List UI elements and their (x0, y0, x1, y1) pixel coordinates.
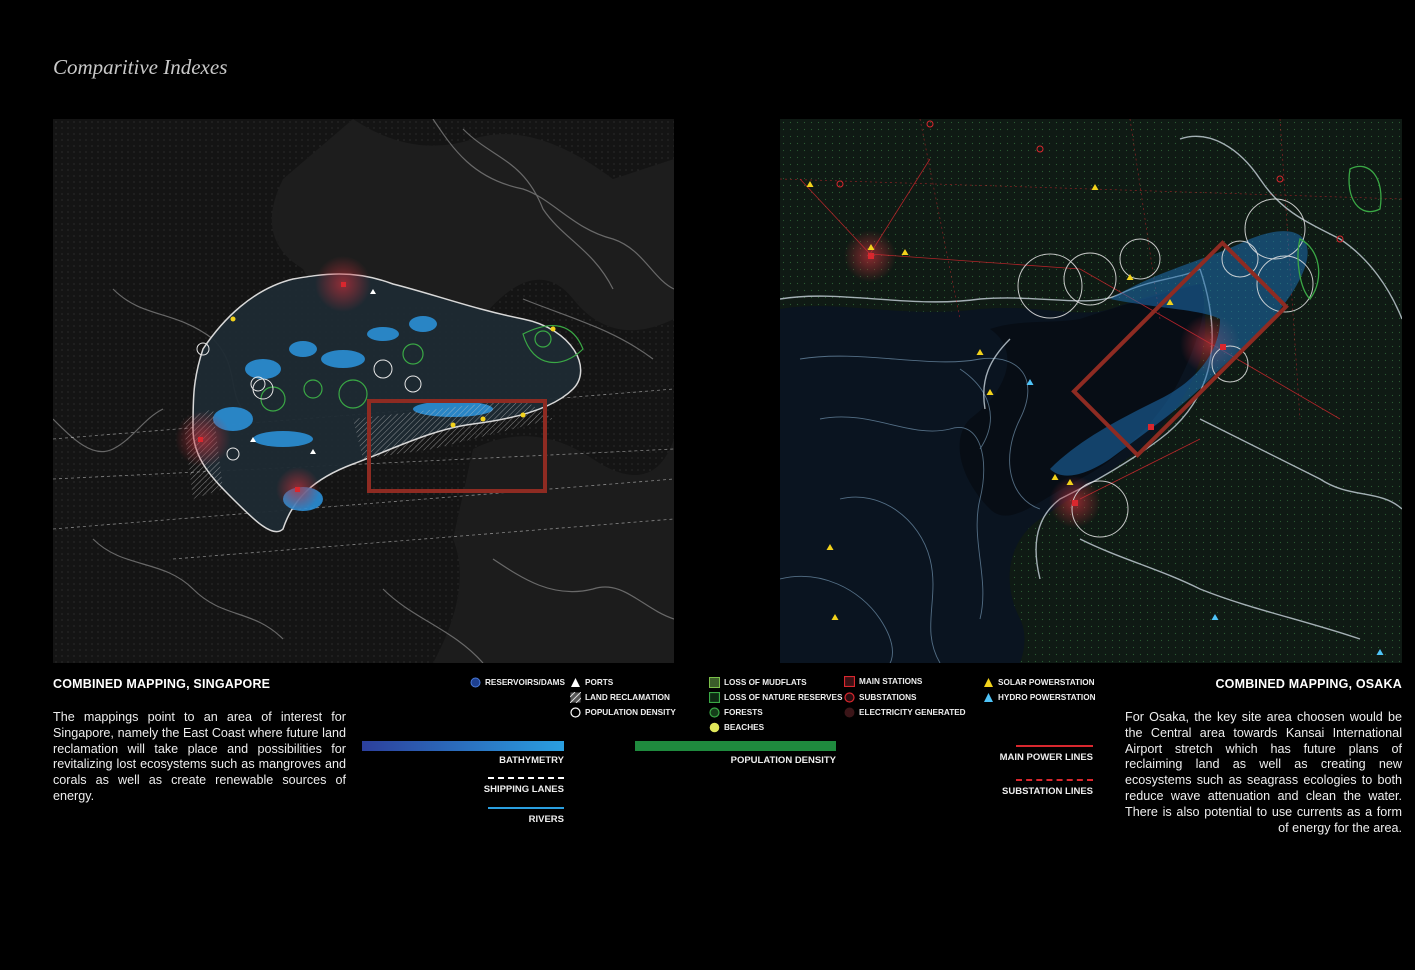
open-circle-icon (570, 707, 581, 718)
substation-lines-line (1016, 779, 1093, 781)
bathymetry-gradient-bar (362, 741, 564, 751)
legend-loss-of-mudflats: LOSS OF MUDFLATS (709, 677, 807, 688)
dark-red-disc-icon (844, 707, 855, 718)
legend-population-density-point: POPULATION DENSITY (570, 707, 676, 718)
population-density-bar (635, 741, 836, 751)
singapore-caption-body: The mappings point to an area of interes… (53, 710, 346, 803)
substation-lines-label: SUBSTATION LINES (1002, 786, 1093, 797)
legend-main-stations: MAIN STATIONS (844, 676, 922, 687)
legend-loss-of-nature-reserves-label: LOSS OF NATURE RESERVES (724, 693, 843, 702)
legend-substations: SUBSTATIONS (844, 692, 916, 703)
green-ring-icon (709, 707, 720, 718)
legend-main-stations-label: MAIN STATIONS (859, 677, 923, 686)
singapore-combined-map (53, 119, 674, 663)
legend-hydro-powerstation: HYDRO POWERSTATION (983, 692, 1096, 703)
rivers-line (488, 807, 564, 809)
legend-solar-powerstation-label: SOLAR POWERSTATION (998, 678, 1095, 687)
legend-electricity-generated-label: ELECTRICITY GENERATED (859, 708, 966, 717)
legend-land-reclamation-label: LAND RECLAMATION (585, 693, 670, 702)
bathymetry-label: BATHYMETRY (499, 755, 564, 766)
shipping-lanes-line (488, 777, 564, 779)
main-power-lines-line (1016, 745, 1093, 747)
osaka-caption-heading: COMBINED MAPPING, OSAKA (1215, 677, 1402, 691)
legend-beaches-label: BEACHES (724, 723, 765, 732)
legend-loss-of-nature-reserves: LOSS OF NATURE RESERVES (709, 692, 842, 703)
legend-loss-of-mudflats-label: LOSS OF MUDFLATS (724, 678, 807, 687)
legend-forests: FORESTS (709, 707, 763, 718)
singapore-caption-heading: COMBINED MAPPING, SINGAPORE (53, 677, 271, 691)
yellow-triangle-icon (983, 677, 994, 688)
yellow-dot-icon (709, 722, 720, 733)
legend-population-density-label: POPULATION DENSITY (585, 708, 676, 717)
legend-ports-label: PORTS (585, 678, 614, 687)
population-density-bar-label: POPULATION DENSITY (730, 755, 836, 766)
legend-reservoirs-label: RESERVOIRS/DAMS (485, 678, 565, 687)
shipping-lanes-label: SHIPPING LANES (483, 784, 564, 795)
red-square-icon (844, 676, 855, 687)
triangle-icon (570, 677, 581, 688)
hatched-square-icon (570, 692, 581, 703)
legend-solar-powerstation: SOLAR POWERSTATION (983, 677, 1095, 688)
osaka-caption-body: For Osaka, the key site area choosen wou… (1125, 710, 1402, 835)
legend-land-reclamation: LAND RECLAMATION (570, 692, 670, 703)
rivers-label: RIVERS (528, 814, 564, 825)
red-ring-icon (844, 692, 855, 703)
legend-hydro-powerstation-label: HYDRO POWERSTATION (998, 693, 1096, 702)
page-title: Comparitive Indexes (53, 55, 228, 79)
osaka-combined-map (780, 119, 1402, 663)
outlined-green-square-icon (709, 692, 720, 703)
blue-circle-icon (470, 677, 481, 688)
legend-substations-label: SUBSTATIONS (859, 693, 917, 702)
blue-triangle-icon (983, 692, 994, 703)
legend-ports: PORTS (570, 677, 613, 688)
legend-reservoirs: RESERVOIRS/DAMS (470, 677, 565, 688)
legend-beaches: BEACHES (709, 722, 764, 733)
main-power-lines-label: MAIN POWER LINES (999, 752, 1093, 763)
legend-electricity-generated: ELECTRICITY GENERATED (844, 707, 966, 718)
legend-forests-label: FORESTS (724, 708, 763, 717)
green-square-icon (709, 677, 720, 688)
